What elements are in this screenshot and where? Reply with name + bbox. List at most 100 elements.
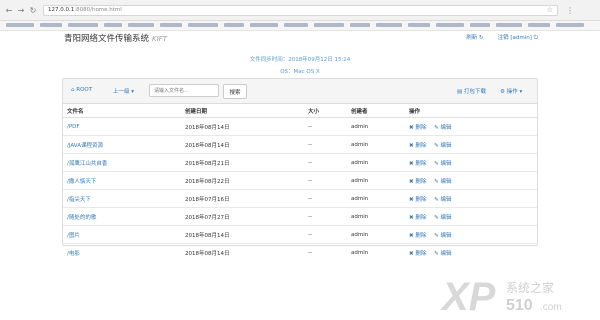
edit-button[interactable]: ✎ 编辑 bbox=[434, 251, 451, 257]
file-name-link[interactable]: /随处的的歌 bbox=[63, 207, 181, 226]
delete-icon: ✖ bbox=[409, 232, 414, 239]
bookmark-item[interactable] bbox=[314, 23, 344, 27]
file-creator: admin bbox=[347, 225, 405, 244]
file-name-link[interactable]: /PDF bbox=[63, 118, 181, 136]
app-header: 青阳网络文件传输系统 KIFT 刷新 ↻ 注销 [admin] ⏻ bbox=[64, 32, 538, 44]
file-creator: admin bbox=[351, 123, 369, 130]
bookmark-item[interactable] bbox=[40, 23, 62, 27]
bookmark-item[interactable] bbox=[68, 23, 98, 27]
file-name-link[interactable]: /电影 bbox=[63, 243, 181, 261]
file-date: 2018年08月21日 bbox=[181, 153, 304, 172]
site-watermark-logo: XP 系统之家 510 .com bbox=[440, 275, 562, 314]
delete-button[interactable]: ✖ 删除 bbox=[409, 197, 426, 203]
edit-button[interactable]: ✎ 编辑 bbox=[434, 161, 451, 167]
bookmark-item[interactable] bbox=[104, 23, 122, 27]
file-name-link[interactable]: /撒人惦天下 bbox=[63, 171, 181, 190]
bookmark-item[interactable] bbox=[224, 23, 244, 27]
file-creator: admin bbox=[347, 189, 405, 208]
watermark-brand: XP bbox=[440, 275, 496, 314]
pack-download-button[interactable]: ▤ 打包下载 bbox=[457, 87, 486, 95]
refresh-button[interactable]: 刷新 ↻ bbox=[466, 33, 483, 42]
file-size: -- bbox=[304, 135, 347, 154]
refresh-icon: ↻ bbox=[479, 35, 484, 41]
delete-button[interactable]: ✖ 删除 bbox=[409, 161, 426, 167]
file-name-link[interactable]: /JAVA课程资源 bbox=[63, 135, 181, 154]
os-text: OS：Mac OS X bbox=[280, 69, 320, 75]
delete-button[interactable]: ✖ 删除 bbox=[409, 251, 426, 257]
file-name-link[interactable]: /孤鹰江山共自香 bbox=[63, 153, 181, 172]
col-header-size: 大小 bbox=[304, 104, 347, 118]
delete-icon: ✖ bbox=[409, 214, 414, 221]
browser-menu-icon[interactable]: ⋮ bbox=[566, 6, 574, 15]
file-creator: admin bbox=[347, 135, 405, 154]
back-icon[interactable]: ← bbox=[5, 6, 13, 15]
bookmark-item[interactable] bbox=[128, 23, 154, 27]
file-date: 2018年08月22日 bbox=[181, 171, 304, 190]
file-date: 2018年08月14日 bbox=[185, 124, 230, 131]
table-header-row: 文件名 创建日期 大小 创建者 操作 bbox=[63, 104, 537, 118]
bookmark-item[interactable] bbox=[528, 23, 550, 27]
file-date: 2018年07月27日 bbox=[181, 207, 304, 226]
edit-button[interactable]: ✎ 编辑 bbox=[434, 197, 451, 203]
file-creator: admin bbox=[347, 243, 405, 261]
root-button[interactable]: ⌂ ROOT bbox=[71, 87, 92, 93]
file-name-link[interactable]: /图片 bbox=[63, 225, 181, 244]
row-actions: ✖ 删除 ✎ 编辑 bbox=[405, 225, 537, 244]
pencil-icon: ✎ bbox=[434, 250, 439, 257]
file-size: -- bbox=[304, 189, 347, 208]
browser-nav: ← → ↻ bbox=[0, 6, 37, 15]
delete-button[interactable]: ✖ 删除 bbox=[409, 179, 426, 185]
search-button[interactable]: 搜索 bbox=[223, 84, 247, 99]
address-bar[interactable]: 127.0.0.1:8080/home.html ☆ bbox=[43, 4, 558, 16]
edit-button[interactable]: ✎ 编辑 bbox=[434, 233, 451, 239]
forward-icon[interactable]: → bbox=[17, 6, 25, 15]
bookmark-item[interactable] bbox=[408, 23, 430, 27]
power-icon: ⏻ bbox=[533, 35, 538, 41]
delete-button[interactable]: ✖ 删除 bbox=[409, 125, 426, 131]
bookmark-item[interactable] bbox=[188, 23, 218, 27]
edit-button[interactable]: ✎ 编辑 bbox=[434, 125, 451, 131]
row-actions: ✖ 删除 ✎ 编辑 bbox=[405, 135, 537, 154]
app-title: 青阳网络文件传输系统 KIFT bbox=[64, 34, 167, 44]
row-actions: ✖ 删除 ✎ 编辑 bbox=[405, 153, 537, 172]
file-size: -- bbox=[304, 225, 347, 244]
file-date: 2018年08月14日 bbox=[181, 135, 304, 154]
row-actions: ✖ 删除 ✎ 编辑 bbox=[405, 207, 537, 226]
download-icon: ▤ bbox=[457, 89, 463, 95]
edit-button[interactable]: ✎ 编辑 bbox=[434, 215, 451, 221]
bookmark-item[interactable] bbox=[376, 23, 402, 27]
bookmark-item[interactable] bbox=[436, 23, 464, 27]
bookmark-star-icon[interactable]: ☆ bbox=[547, 6, 553, 14]
bookmark-item[interactable] bbox=[556, 23, 584, 27]
edit-button[interactable]: ✎ 编辑 bbox=[434, 143, 451, 149]
watermark-domain: .com bbox=[540, 302, 562, 313]
file-date: 2018年08月14日 bbox=[181, 243, 304, 261]
bookmark-item[interactable] bbox=[350, 23, 370, 27]
table-row: /撒人惦天下 2018年08月22日 -- admin ✖ 删除 ✎ 编辑 bbox=[63, 171, 537, 190]
bookmark-item[interactable] bbox=[160, 23, 182, 27]
delete-button[interactable]: ✖ 删除 bbox=[409, 215, 426, 221]
logout-button[interactable]: 注销 [admin] ⏻ bbox=[498, 33, 538, 42]
file-size: -- bbox=[304, 207, 347, 226]
search-input[interactable] bbox=[149, 84, 219, 97]
bookmark-item[interactable] bbox=[470, 23, 490, 27]
edit-button[interactable]: ✎ 编辑 bbox=[434, 179, 451, 185]
table-row: /指尖天下 2018年07月16日 -- admin ✖ 删除 ✎ 编辑 bbox=[63, 189, 537, 208]
file-name-link[interactable]: /指尖天下 bbox=[63, 189, 181, 208]
reload-icon[interactable]: ↻ bbox=[29, 6, 37, 15]
operations-dropdown[interactable]: ⚙ 操作 ▾ bbox=[500, 87, 522, 95]
delete-button[interactable]: ✖ 删除 bbox=[409, 233, 426, 239]
file-toolbar: ⌂ ROOT 上一级 ▾ 搜索 ▤ 打包下载 ⚙ 操作 ▾ bbox=[63, 79, 537, 104]
bookmark-item[interactable] bbox=[496, 23, 522, 27]
file-table: 文件名 创建日期 大小 创建者 操作 /PDF 2018年08月14日 -- a… bbox=[63, 104, 537, 261]
bookmark-item[interactable] bbox=[250, 23, 278, 27]
pencil-icon: ✎ bbox=[434, 196, 439, 203]
bookmark-item[interactable] bbox=[6, 23, 34, 27]
delete-button[interactable]: ✖ 删除 bbox=[409, 143, 426, 149]
bookmark-item[interactable] bbox=[284, 23, 308, 27]
watermark-number: 510 bbox=[506, 297, 533, 314]
home-icon: ⌂ bbox=[71, 87, 75, 93]
delete-icon: ✖ bbox=[409, 196, 414, 203]
up-level-dropdown[interactable]: 上一级 ▾ bbox=[113, 87, 134, 95]
file-creator: admin bbox=[347, 207, 405, 226]
